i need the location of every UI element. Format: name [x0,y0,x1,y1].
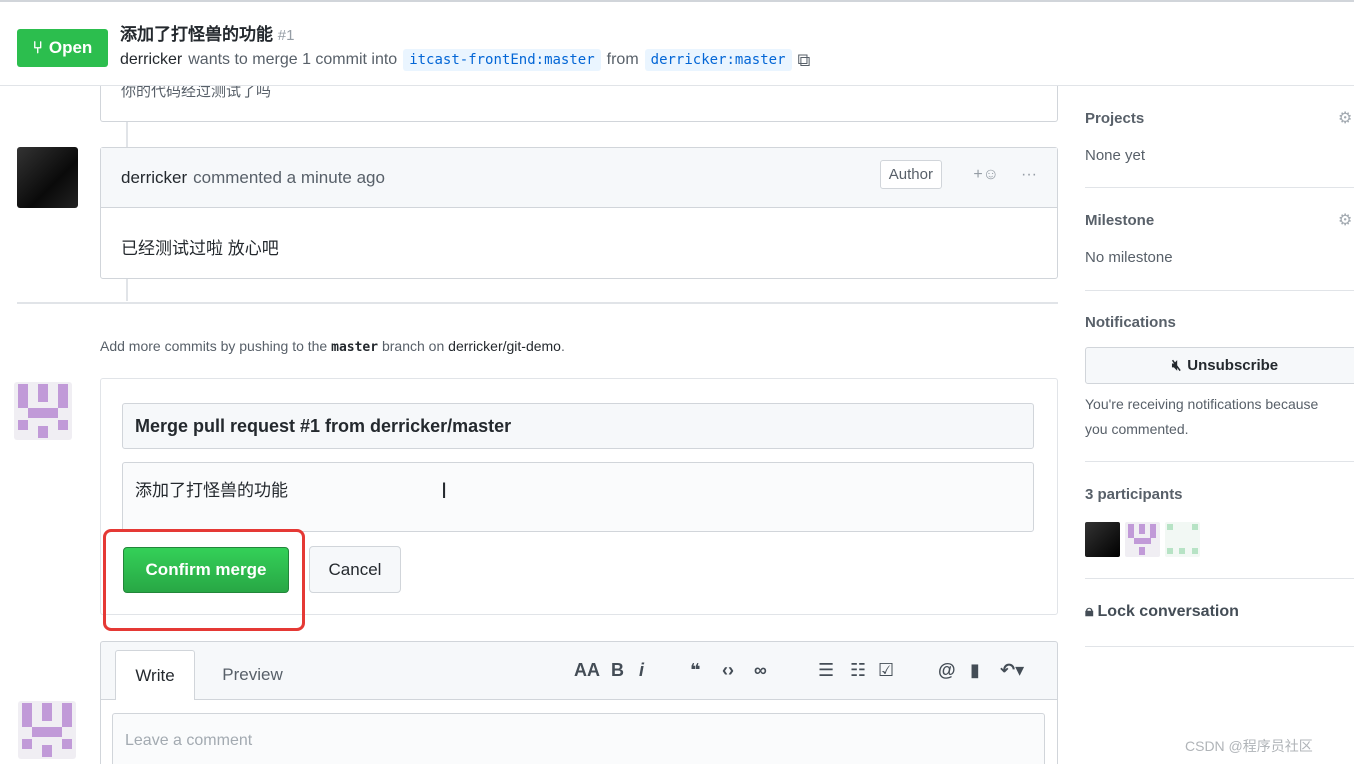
participant-avatar[interactable] [1125,522,1160,557]
pr-meta-text: wants to merge 1 commit into [188,51,398,68]
reply-icon[interactable]: ↶▾ [1000,660,1024,681]
divider [1085,290,1354,291]
participant-avatar[interactable] [1165,522,1200,557]
pr-header: ⑂ Open 添加了打怪兽的功能 #1 derricker wants to m… [0,0,1354,86]
pr-title-text: 添加了打怪兽的功能 [120,25,273,44]
comment-author[interactable]: derricker [121,168,187,188]
quote-icon[interactable]: ❝ [690,660,701,681]
avatar[interactable] [17,147,78,208]
hint-middle: branch on [381,338,445,354]
head-branch[interactable]: derricker:master [644,49,792,71]
unsubscribe-button[interactable]: 🔇︎ Unsubscribe [1085,347,1354,384]
merge-message-input[interactable]: 添加了打怪兽的功能 [122,462,1034,532]
merge-title-input[interactable]: Merge pull request #1 from derricker/mas… [122,403,1034,449]
bookmark-icon[interactable]: ▮ [970,660,980,681]
pr-number: #1 [277,27,295,44]
bold-icon[interactable]: B [611,660,624,681]
state-label: Open [48,38,93,57]
numbered-list-icon[interactable]: ☷ [850,660,866,681]
divider [1085,578,1354,579]
comment-body: 已经测试过啦 放心吧 [121,239,279,258]
milestone-value: No milestone [1085,249,1173,266]
comment-input[interactable]: Leave a comment [112,713,1045,764]
pr-meta: derricker wants to merge 1 commit into i… [120,49,810,71]
timeline-line [126,279,128,301]
timeline-line [126,122,128,150]
mute-icon: 🔇︎ [1171,357,1182,374]
timeline-divider [17,302,1058,304]
base-branch[interactable]: itcast-frontEnd:master [403,49,601,71]
heading-icon[interactable]: AA [574,660,600,681]
bullet-list-icon[interactable]: ☰ [818,660,834,681]
italic-icon[interactable]: i [639,660,644,681]
text-cursor-icon: I [441,478,448,503]
watermark: CSDN @程序员社区 [1185,738,1313,754]
lock-icon: 🔒︎ [1085,603,1094,620]
mention-icon[interactable]: @ [938,660,956,681]
comment: derricker commented a minute ago Author … [100,147,1058,279]
code-icon[interactable]: ‹› [722,660,734,681]
push-hint: Add more commits by pushing to the maste… [100,338,565,355]
hint-suffix: . [560,338,565,354]
from-text: from [606,51,639,68]
gear-icon[interactable]: ⚙ [1338,210,1352,230]
unsubscribe-label: Unsubscribe [1187,357,1279,374]
tab-write[interactable]: Write [115,650,195,700]
hint-repo[interactable]: derricker/git-demo [448,338,561,354]
link-icon[interactable]: ∞ [754,660,767,681]
copy-branch-icon[interactable]: ⧉ [798,50,811,71]
participant-avatar[interactable] [1085,522,1120,557]
hint-branch: master [331,340,379,355]
add-reaction-icon[interactable]: +☺ [973,166,999,184]
projects-label[interactable]: Projects [1085,110,1144,127]
notifications-label: Notifications [1085,314,1176,331]
participants-label: 3 participants [1085,486,1183,503]
cancel-button[interactable]: Cancel [309,546,401,593]
notification-reason: You're receiving notifications because [1085,396,1319,412]
task-list-icon[interactable]: ☑ [878,660,894,681]
pr-title: 添加了打怪兽的功能 #1 [120,20,294,45]
author-badge: Author [879,160,942,189]
more-options-icon[interactable]: ··· [1021,166,1037,184]
tab-preview[interactable]: Preview [205,650,300,700]
comment-time[interactable]: commented a minute ago [193,168,385,188]
projects-value: None yet [1085,147,1146,164]
gear-icon[interactable]: ⚙ [1338,108,1352,128]
lock-conversation-link[interactable]: 🔒︎ Lock conversation [1085,603,1239,621]
divider [1085,646,1354,647]
hint-prefix: Add more commits by pushing to the [100,338,328,354]
state-badge: ⑂ Open [17,29,108,67]
divider [1085,461,1354,462]
notification-reason-2: you commented. [1085,421,1189,437]
highlight-annotation [103,529,305,631]
pr-author-link[interactable]: derricker [120,51,182,69]
avatar[interactable] [14,382,72,440]
pull-request-icon: ⑂ [32,38,43,57]
lock-label: Lock conversation [1097,603,1239,620]
avatar[interactable] [18,701,76,759]
milestone-label[interactable]: Milestone [1085,212,1154,229]
divider [1085,187,1354,188]
